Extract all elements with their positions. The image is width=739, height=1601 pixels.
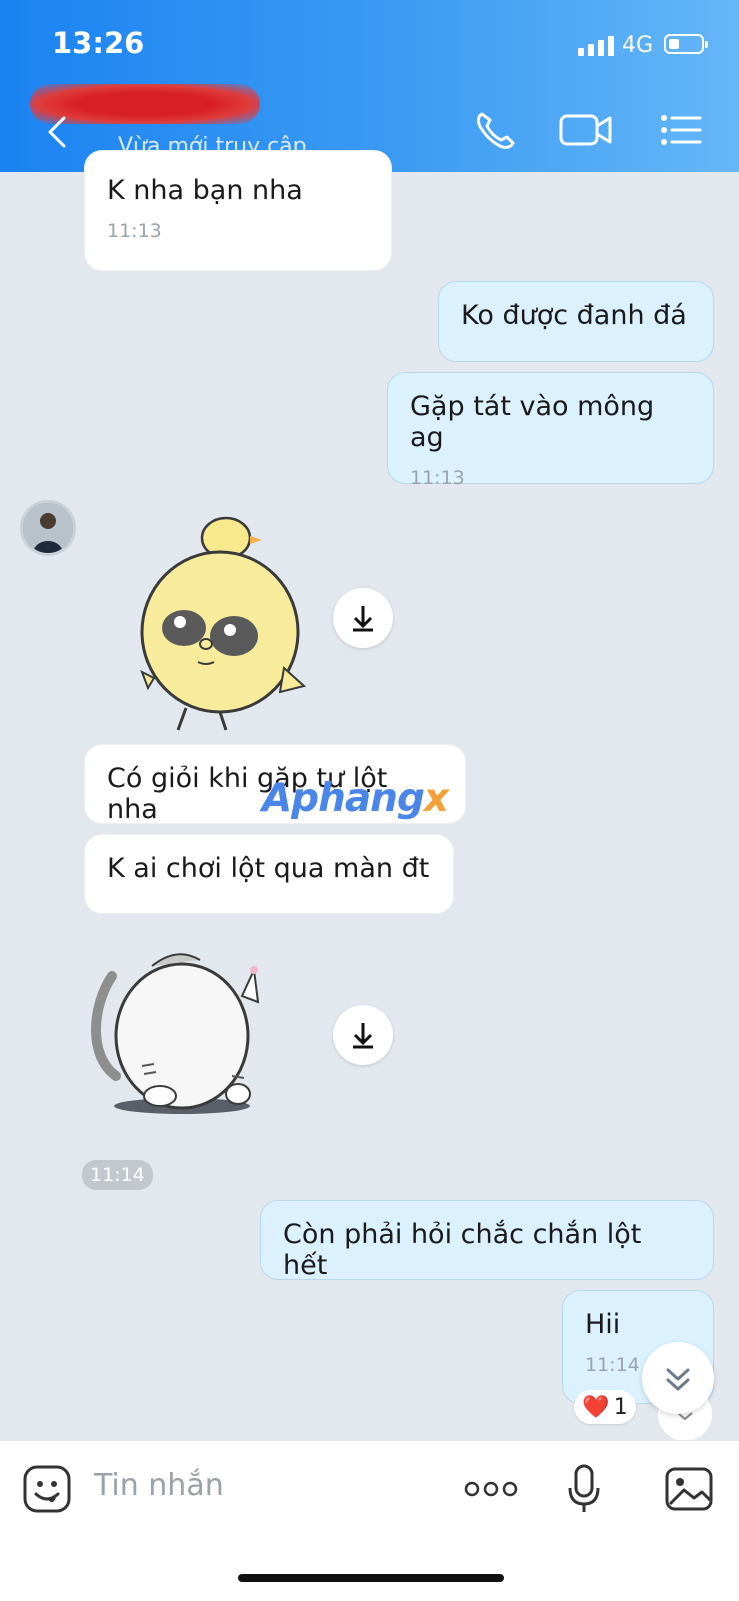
- white-cat-sticker[interactable]: [82, 936, 272, 1116]
- reaction-count: 1: [613, 1394, 628, 1420]
- sticker-time: 11:14: [82, 1160, 153, 1190]
- gallery-icon[interactable]: [664, 1464, 714, 1514]
- heart-icon: ❤️: [582, 1394, 610, 1420]
- message-bubble-outgoing[interactable]: Ko được đanh đá: [438, 281, 714, 362]
- phone-icon[interactable]: [472, 108, 520, 152]
- network-label: 4G: [622, 33, 654, 58]
- back-icon[interactable]: [40, 110, 80, 154]
- message-text: Ko được đanh đá: [461, 300, 687, 331]
- menu-list-icon[interactable]: [658, 108, 706, 152]
- yellow-chick-sticker[interactable]: [134, 508, 314, 732]
- watermark: Aphangx: [262, 776, 449, 821]
- message-text: K nha bạn nha: [107, 175, 303, 206]
- message-bubble-incoming[interactable]: K ai chơi lột qua màn đt: [84, 834, 454, 914]
- message-time: 11:13: [107, 220, 162, 242]
- status-time: 13:26: [52, 26, 145, 60]
- reaction-badge[interactable]: ❤️ 1: [574, 1390, 636, 1424]
- more-icon[interactable]: [464, 1474, 518, 1504]
- home-indicator: [238, 1574, 504, 1582]
- message-time: 11:13: [410, 467, 465, 489]
- message-text: Còn phải hỏi chắc chắn lột hết: [283, 1219, 642, 1281]
- download-button[interactable]: [333, 588, 393, 648]
- scroll-to-bottom-button[interactable]: [642, 1342, 714, 1414]
- contact-avatar[interactable]: [20, 500, 76, 556]
- microphone-icon[interactable]: [566, 1462, 602, 1516]
- message-input[interactable]: Tin nhắn: [94, 1468, 224, 1503]
- battery-icon: [664, 34, 708, 54]
- message-bubble-outgoing[interactable]: Còn phải hỏi chắc chắn lột hết: [260, 1200, 714, 1281]
- video-icon[interactable]: [558, 108, 614, 152]
- sticker-icon[interactable]: [22, 1464, 72, 1514]
- message-bubble-outgoing[interactable]: Gặp tát vào mông ag 11:13: [387, 372, 714, 489]
- download-button[interactable]: [333, 1005, 393, 1065]
- message-bubble-incoming[interactable]: K nha bạn nha 11:13: [84, 150, 392, 271]
- message-text: Hii: [585, 1309, 621, 1340]
- signal-icon: [578, 34, 614, 56]
- message-text: Gặp tát vào mông ag: [410, 391, 655, 453]
- message-text: K ai chơi lột qua màn đt: [107, 853, 430, 884]
